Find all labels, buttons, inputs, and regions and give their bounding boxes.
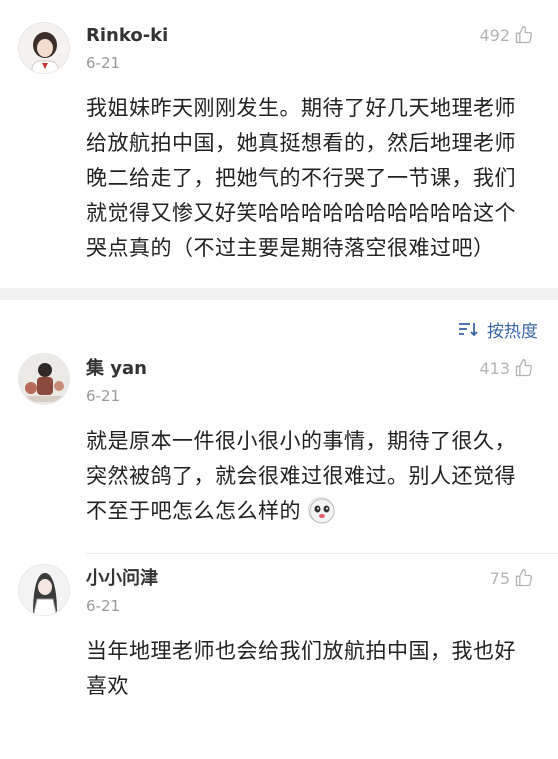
comment-item: 集 yan 6-21 413 就是原本一件很小很小的事情，期待了很久，突然被鸽了…	[0, 353, 558, 529]
comment-item: Rinko-ki 6-21 492 我姐妹昨天刚刚发生。期待了好几天地理老师给放…	[0, 0, 558, 266]
comment-date: 6-21	[86, 597, 121, 615]
like-button[interactable]: 75	[490, 568, 534, 588]
emoji-icon	[308, 497, 335, 524]
thumbs-up-icon	[515, 568, 533, 587]
like-button[interactable]: 413	[479, 358, 534, 378]
comment-list: Rinko-ki 6-21 492 我姐妹昨天刚刚发生。期待了好几天地理老师给放…	[0, 0, 558, 704]
sort-icon	[459, 323, 478, 337]
username[interactable]: Rinko-ki	[86, 25, 538, 47]
username[interactable]: 集 yan	[86, 358, 538, 380]
like-count: 413	[479, 358, 510, 378]
like-count: 75	[489, 568, 510, 588]
like-button[interactable]: 492	[479, 25, 534, 45]
comment-date: 6-21	[86, 387, 121, 405]
comment-item: 小小问津 6-21 75 当年地理老师也会给我们放航拍中国，我也好喜欢	[0, 554, 558, 704]
comment-date: 6-21	[86, 54, 121, 72]
like-count: 492	[479, 25, 510, 45]
section-divider	[0, 288, 558, 300]
username[interactable]: 小小问津	[86, 568, 538, 590]
avatar[interactable]	[18, 564, 70, 616]
thumbs-up-icon	[515, 25, 533, 44]
sort-toggle[interactable]: 按热度	[0, 300, 558, 358]
thumbs-up-icon	[515, 358, 533, 377]
comment-text-content: 就是原本一件很小很小的事情，期待了很久，突然被鸽了，就会很难过很难过。别人还觉得…	[86, 429, 516, 523]
sort-label: 按热度	[487, 321, 538, 342]
comment-text: 当年地理老师也会给我们放航拍中国，我也好喜欢	[86, 639, 516, 698]
avatar[interactable]	[18, 353, 70, 405]
avatar[interactable]	[18, 22, 70, 74]
comment-text: 我姐妹昨天刚刚发生。期待了好几天地理老师给放航拍中国，她真挺想看的，然后地理老师…	[86, 96, 516, 260]
comment-text: 就是原本一件很小很小的事情，期待了很久，突然被鸽了，就会很难过很难过。别人还觉得…	[86, 424, 538, 529]
